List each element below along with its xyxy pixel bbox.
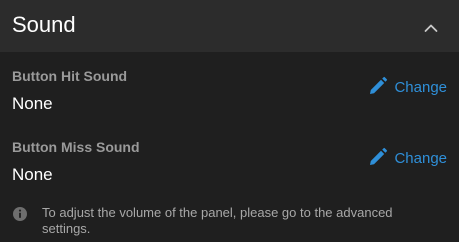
info-icon [13, 207, 27, 221]
change-button-hit-sound[interactable]: Change [368, 76, 447, 96]
panel-title: Sound [12, 12, 76, 37]
setting-value: None [12, 94, 53, 113]
pencil-icon [370, 76, 388, 94]
change-label: Change [394, 79, 447, 96]
setting-button-miss-sound: Button Miss Sound None Change [0, 139, 459, 199]
setting-value: None [12, 165, 53, 184]
change-button-miss-sound[interactable]: Change [368, 147, 447, 167]
setting-label: Button Hit Sound [12, 68, 128, 84]
panel-header[interactable]: Sound [0, 0, 459, 52]
change-label: Change [394, 150, 447, 167]
info-text: To adjust the volume of the panel, pleas… [42, 205, 393, 236]
chevron-up-icon [424, 24, 438, 32]
setting-button-hit-sound: Button Hit Sound None Change [0, 68, 459, 128]
setting-label: Button Miss Sound [12, 139, 140, 155]
pencil-icon [370, 147, 388, 165]
info-note: To adjust the volume of the panel, pleas… [12, 205, 442, 237]
collapse-button[interactable] [419, 16, 443, 40]
sound-panel: Sound Button Hit Sound None Change Butto… [0, 0, 459, 242]
